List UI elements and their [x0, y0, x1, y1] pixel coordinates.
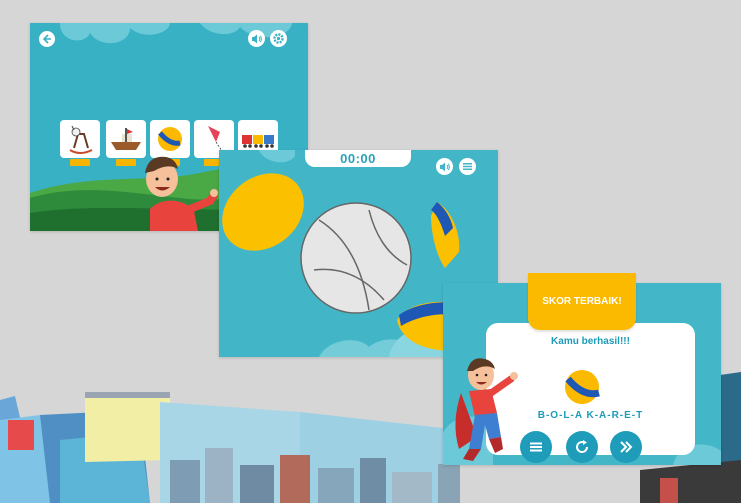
ball-icon — [565, 370, 600, 404]
superhero-boy-character — [455, 358, 518, 461]
replay-icon — [576, 440, 589, 453]
replay-button[interactable] — [566, 431, 598, 463]
menu-icon — [530, 442, 542, 452]
word-card-rocking-horse[interactable] — [60, 120, 100, 166]
gear-icon — [273, 33, 284, 44]
sound-button[interactable] — [248, 30, 265, 47]
success-message: Kamu berhasil!!! — [551, 336, 630, 347]
menu-button[interactable] — [459, 158, 476, 175]
menu-icon — [463, 163, 472, 170]
speaker-icon — [439, 162, 450, 171]
speaker-icon — [251, 34, 262, 43]
best-score-banner: SKOR TERBAIK! — [528, 273, 636, 330]
arrow-left-icon — [42, 34, 51, 44]
next-button[interactable] — [610, 431, 642, 463]
boy-character — [145, 156, 218, 231]
back-button[interactable] — [39, 31, 55, 47]
settings-button[interactable] — [270, 30, 287, 47]
sound-button[interactable] — [436, 158, 453, 175]
result-screen: SKOR TERBAIK! Kamu berhasil!!! B-O-L-A K… — [443, 273, 721, 465]
card-label-tab — [70, 159, 90, 166]
next-icon — [620, 441, 633, 453]
rocking-horse-icon — [69, 125, 93, 154]
timer-display: 00:00 — [305, 150, 411, 167]
